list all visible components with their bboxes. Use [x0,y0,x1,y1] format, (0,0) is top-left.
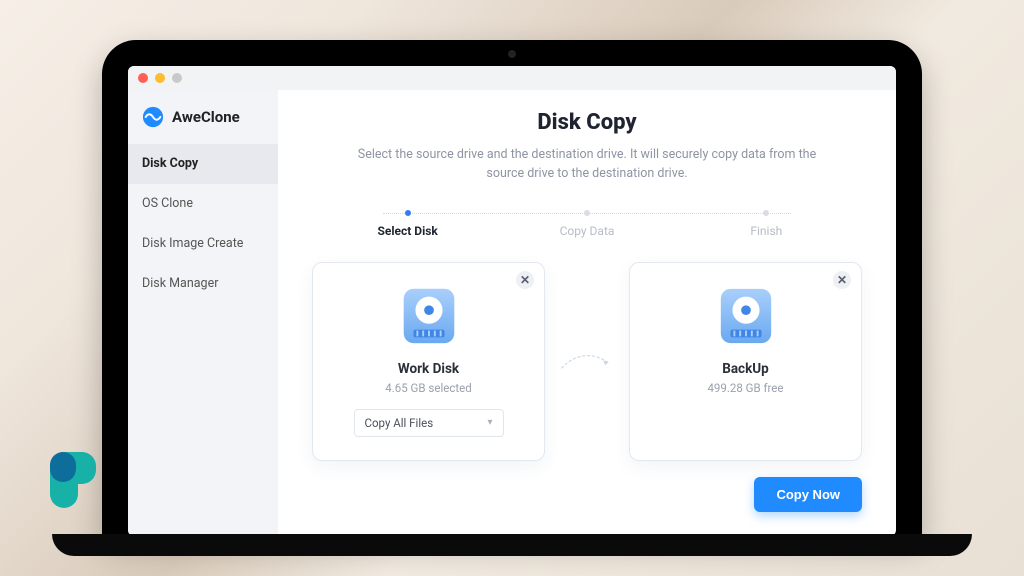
copy-now-button[interactable]: Copy Now [754,477,862,512]
step-label: Select Disk [377,224,437,238]
clear-destination-button[interactable]: ✕ [833,271,851,289]
window-close-dot[interactable] [138,73,148,83]
sidebar-item-disk-image-create[interactable]: Disk Image Create [128,224,278,264]
arrow-right-icon [559,346,615,376]
laptop-base [52,534,972,556]
disk-cards-row: ✕ Work Disk 4.65 GB selected [312,262,862,461]
step-copy-data: Copy Data [497,210,676,238]
destination-disk-subtitle: 499.28 GB free [707,381,783,395]
source-disk-subtitle: 4.65 GB selected [385,381,471,395]
chevron-down-icon: ▾ [487,417,492,428]
close-icon: ✕ [520,273,530,287]
sidebar-item-disk-manager[interactable]: Disk Manager [128,264,278,304]
destination-disk-card[interactable]: ✕ BackUp 499.28 GB free [629,262,862,461]
disk-icon [398,285,460,347]
disk-icon [715,285,777,347]
step-indicator: Select Disk Copy Data Finish [318,210,856,238]
copy-mode-selected: Copy All Files [365,416,434,430]
laptop-camera [508,50,516,58]
sidebar-item-label: Disk Manager [142,276,218,291]
brand: AweClone [128,96,278,144]
step-label: Finish [750,224,782,238]
page-subtitle: Select the source drive and the destinat… [357,145,817,184]
watermark-icon [44,446,108,510]
copy-mode-select[interactable]: Copy All Files ▾ [354,409,504,437]
source-disk-card[interactable]: ✕ Work Disk 4.65 GB selected [312,262,545,461]
laptop-frame: AweClone Disk Copy OS Clone Disk Image C… [102,40,922,536]
main-panel: Disk Copy Select the source drive and th… [278,90,896,536]
step-finish: Finish [677,210,856,238]
brand-logo-icon [142,106,164,128]
sidebar-item-label: Disk Copy [142,156,198,171]
sidebar-item-label: OS Clone [142,196,193,211]
brand-name: AweClone [172,108,240,126]
sidebar-item-disk-copy[interactable]: Disk Copy [128,144,278,184]
window-minimize-dot[interactable] [155,73,165,83]
window-zoom-dot[interactable] [172,73,182,83]
destination-disk-name: BackUp [722,361,769,377]
clear-source-button[interactable]: ✕ [516,271,534,289]
window-titlebar [128,66,896,90]
footer-actions: Copy Now [312,477,862,512]
sidebar-item-label: Disk Image Create [142,236,243,251]
page-title: Disk Copy [312,110,862,135]
sidebar-item-os-clone[interactable]: OS Clone [128,184,278,224]
step-select-disk[interactable]: Select Disk [318,210,497,238]
sidebar: AweClone Disk Copy OS Clone Disk Image C… [128,90,278,536]
source-disk-name: Work Disk [398,361,459,377]
app-window: AweClone Disk Copy OS Clone Disk Image C… [128,66,896,536]
step-label: Copy Data [560,224,615,238]
transfer-arrow [559,262,615,461]
close-icon: ✕ [837,273,847,287]
